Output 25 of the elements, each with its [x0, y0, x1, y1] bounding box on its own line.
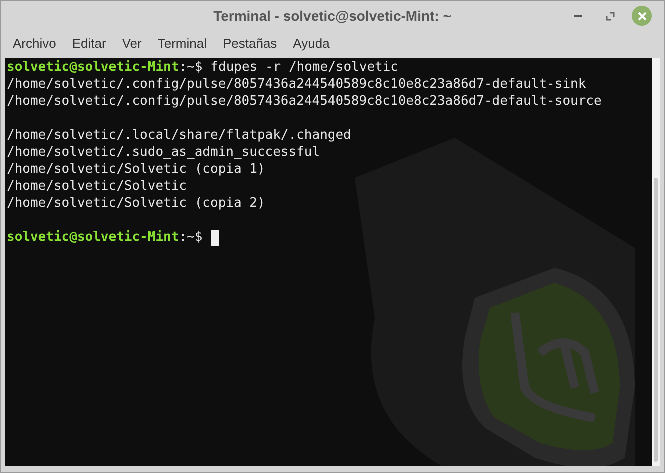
restore-icon — [606, 12, 614, 20]
output-line: /home/solvetic/Solvetic — [7, 178, 188, 195]
window-title: Terminal - solvetic@solvetic-Mint: ~ — [214, 7, 452, 26]
close-button[interactable] — [632, 6, 652, 26]
menu-item[interactable]: Archivo — [13, 34, 56, 54]
output-line: /home/solvetic/.local/share/flatpak/.changed — [7, 127, 352, 144]
prompt-user: solvetic@solvetic-Mint — [7, 59, 180, 76]
prompt-path: :~$ — [179, 59, 203, 76]
close-icon — [638, 12, 646, 20]
command-text: fdupes -r /home/solvetic — [210, 59, 399, 76]
output-line: /home/solvetic/.config/pulse/8057436a244540589c8c10e8c23a86d7-default-sink — [7, 76, 586, 93]
menu-item[interactable]: Ver — [122, 34, 142, 54]
menu-item[interactable]: Editar — [72, 34, 106, 54]
menu-item[interactable]: Ayuda — [293, 34, 330, 54]
output-line: /home/solvetic/.sudo_as_admin_successful — [7, 144, 320, 161]
prompt-user: solvetic@solvetic-Mint — [7, 229, 180, 246]
menu-item[interactable]: Pestañas — [222, 34, 278, 54]
output-line: /home/solvetic/Solvetic (copia 2) — [7, 195, 266, 212]
menu-item[interactable]: Terminal — [158, 34, 207, 54]
terminal-area[interactable] — [5, 58, 652, 466]
scrollbar[interactable] — [652, 58, 660, 466]
output-line: /home/solvetic/Solvetic (copia 1) — [7, 161, 266, 178]
prompt-path: :~$ — [179, 229, 203, 246]
minimize-icon — [574, 14, 582, 18]
output-line: /home/solvetic/.config/pulse/8057436a244540589c8c10e8c23a86d7-default-source — [7, 93, 602, 110]
